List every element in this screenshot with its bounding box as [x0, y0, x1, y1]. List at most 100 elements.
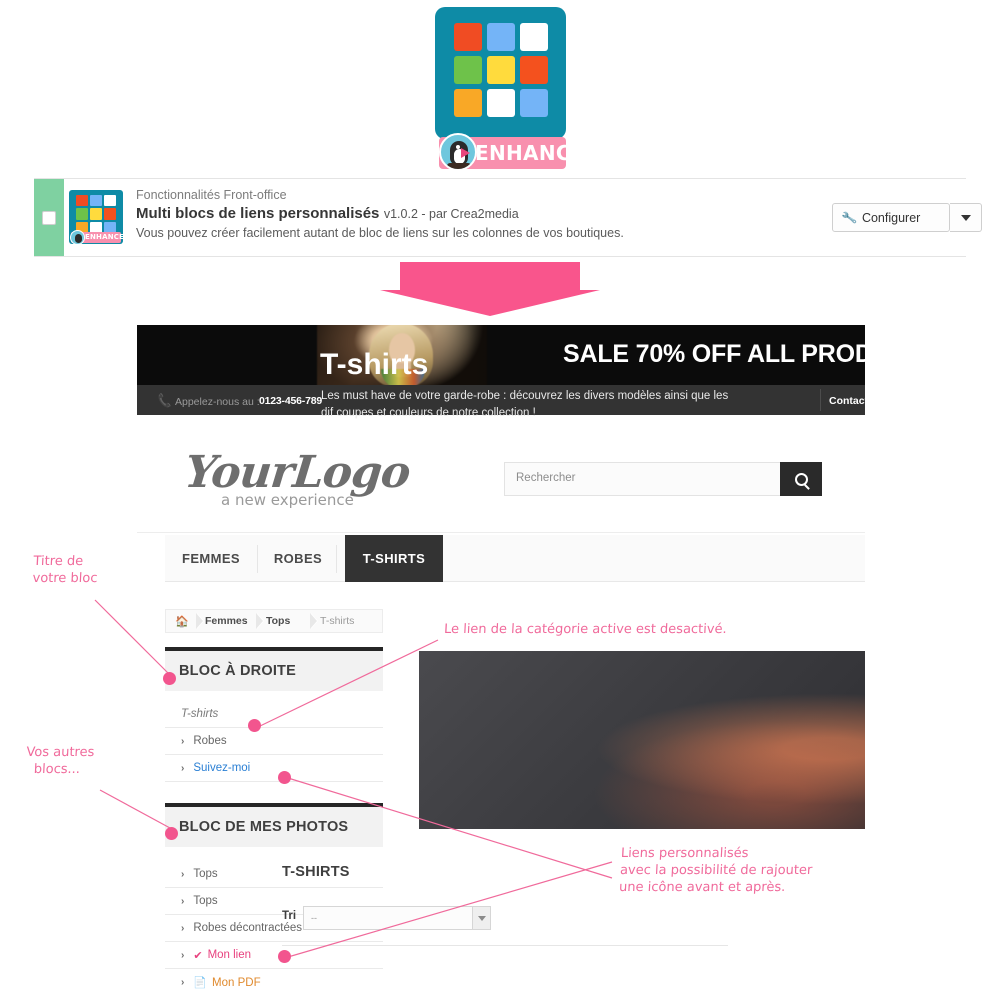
phone-icon: 📞	[156, 393, 173, 409]
sale-banner-text: SALE 70% OFF ALL PRODUCTS	[563, 340, 865, 368]
sort-label: Tri	[282, 910, 297, 922]
block-item-label: Robes	[193, 735, 227, 747]
search-input-placeholder: Rechercher	[516, 472, 576, 484]
block-header: BLOC À DROITE	[165, 651, 383, 691]
annotation-dot-custom-link-1	[278, 771, 291, 784]
search-icon	[794, 472, 808, 486]
shop-logo-tagline: a new experience	[221, 491, 354, 509]
prestashop-penguin-icon	[439, 133, 477, 171]
sort-select[interactable]	[303, 906, 491, 930]
list-item[interactable]: › Tops	[165, 861, 383, 888]
logo-cell-3	[520, 23, 548, 51]
block-item-label: Mon PDF	[212, 976, 261, 989]
penguin-icon	[70, 230, 85, 245]
module-title: Multi blocs de liens personnalisés	[136, 205, 380, 222]
block-title: BLOC DE MES PHOTOS	[179, 819, 349, 835]
list-item[interactable]: › 📄 Mon PDF	[165, 969, 383, 996]
product-list-heading: T-SHIRTS	[282, 864, 350, 880]
annotation-titre-bloc: Titre de votre bloc	[32, 554, 98, 586]
block-item-label: Tops	[193, 868, 218, 880]
check-icon: ✔	[193, 949, 203, 962]
category-title: T-shirts	[320, 348, 429, 381]
shop-preview: SALE 70% OFF ALL PRODUCTS 📞 Appelez-nous…	[137, 325, 865, 1000]
logo-cell-6	[520, 56, 548, 84]
product-list-divider	[282, 945, 728, 946]
annotation-dot-other-blocks	[165, 827, 178, 840]
logo-cell-4	[454, 56, 482, 84]
chevron-right-icon: ›	[181, 922, 185, 934]
chevron-right-icon: ›	[181, 949, 185, 961]
configure-button-label: Configurer	[861, 210, 921, 225]
list-item[interactable]: › Robes	[165, 728, 383, 755]
nav-separator	[257, 545, 258, 573]
nav-separator	[336, 545, 337, 573]
list-item[interactable]: › ✔ Mon lien	[165, 942, 383, 969]
list-item: T-shirts	[165, 701, 383, 728]
chevron-down-icon	[477, 915, 486, 921]
custom-link-block-2: BLOC DE MES PHOTOS › Tops › Tops › Robes…	[165, 803, 383, 996]
topbar-separator	[820, 389, 821, 411]
pdf-file-icon: 📄	[193, 977, 208, 989]
module-title-line: Multi blocs de liens personnalisés v1.0.…	[136, 205, 519, 223]
home-icon[interactable]: 🏠	[175, 615, 189, 628]
phone-number: 0123-456-789	[259, 395, 322, 407]
configure-button[interactable]: 🔧 Configurer	[832, 203, 950, 232]
module-description: Vous pouvez créer facilement autant de b…	[136, 226, 624, 240]
configure-dropdown-toggle[interactable]	[950, 203, 982, 232]
chevron-down-icon	[960, 214, 971, 221]
logo-cell-7	[454, 89, 482, 117]
annotation-dot-block-title	[163, 672, 176, 685]
annotation-lien-desactive: Le lien de la catégorie active est desac…	[443, 622, 728, 637]
block-title: BLOC À DROITE	[179, 663, 296, 679]
chevron-right-icon: ›	[181, 762, 185, 774]
wrench-icon: 🔧	[840, 209, 859, 226]
category-banner	[419, 651, 865, 829]
logo-cell-1	[454, 23, 482, 51]
nav-item-tshirts[interactable]: T-SHIRTS	[345, 535, 443, 582]
logo-cell-5	[487, 56, 515, 84]
annotation-dot-custom-link-2	[278, 950, 291, 963]
annotation-dot-current-link	[248, 719, 261, 732]
module-version-author: v1.0.2 - par Crea2media	[383, 207, 519, 221]
nav-item-robes[interactable]: ROBES	[260, 535, 336, 582]
nav-item-femmes[interactable]: FEMMES	[165, 535, 257, 582]
sort-select-toggle[interactable]	[472, 907, 490, 929]
block-item-label: Suivez-moi	[193, 762, 251, 774]
logo-cell-9	[520, 89, 548, 117]
chevron-right-icon: ›	[181, 977, 185, 988]
chevron-right-icon: ›	[181, 868, 185, 880]
module-logo: ENHANCER	[435, 7, 600, 171]
module-logo-grid	[454, 23, 548, 117]
module-thumbnail-band-label: ENHANCER	[85, 233, 130, 241]
breadcrumb-chevron	[256, 613, 264, 629]
enhancer-label: ENHANCER	[475, 141, 601, 165]
module-category: Fonctionnalités Front-office	[136, 188, 287, 202]
module-select-checkbox[interactable]	[42, 211, 56, 225]
annotation-liens-personnalises: Liens personnalisés avec la possibilité …	[618, 846, 813, 895]
logo-cell-8	[487, 89, 515, 117]
logo-cell-2	[487, 23, 515, 51]
block-item-label: Robes décontractées	[193, 922, 303, 934]
block-item-label: Tops	[193, 895, 218, 907]
block-item-label-current: T-shirts	[181, 708, 219, 720]
category-description: Les must have de votre garde-robe : déco…	[321, 390, 729, 419]
module-thumbnail-grid	[76, 195, 116, 233]
phone-label: Appelez-nous au :	[175, 396, 260, 408]
contact-link[interactable]: Contactez-n	[829, 395, 865, 407]
block-header: BLOC DE MES PHOTOS	[165, 807, 383, 847]
chevron-right-icon: ›	[181, 895, 185, 907]
down-arrow-icon	[380, 262, 620, 316]
breadcrumb-chevron	[196, 613, 204, 629]
list-item[interactable]: › Suivez-moi	[165, 755, 383, 782]
chevron-right-icon: ›	[181, 735, 185, 747]
block-item-label: Mon lien	[207, 949, 252, 961]
breadcrumb-item-tshirts: T-shirts	[320, 615, 355, 627]
module-thumbnail: ENHANCER	[69, 190, 129, 245]
breadcrumb-item-femmes[interactable]: Femmes	[205, 615, 248, 627]
custom-link-block-1: BLOC À DROITE T-shirts › Robes › Suivez-…	[165, 647, 383, 782]
sort-select-value: --	[311, 913, 317, 923]
breadcrumb-item-tops[interactable]: Tops	[266, 615, 290, 627]
breadcrumb-chevron	[310, 613, 318, 629]
search-button[interactable]	[780, 462, 822, 496]
annotation-vos-autres-blocs: Vos autres blocs...	[25, 745, 95, 777]
